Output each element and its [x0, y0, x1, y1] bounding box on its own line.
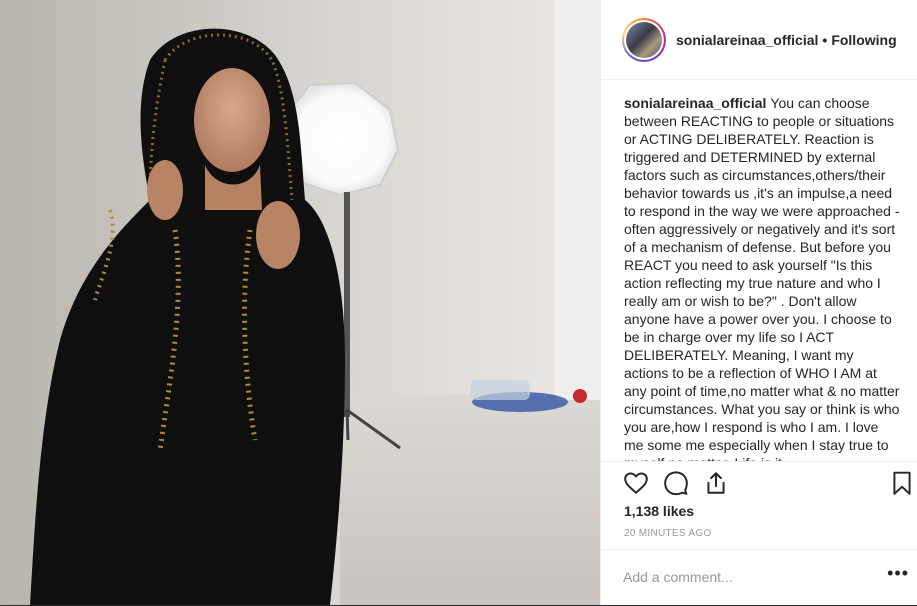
comment-bar: ••• [601, 549, 917, 606]
heart-icon[interactable] [623, 470, 649, 496]
following-button[interactable]: Following [831, 32, 896, 48]
caption-text: You can choose between REACTING to peopl… [624, 95, 900, 461]
post-photo[interactable] [0, 0, 600, 605]
more-options-button[interactable]: ••• [887, 563, 909, 584]
post-timestamp[interactable]: 20 MINUTES AGO [624, 528, 712, 539]
comment-input[interactable] [623, 566, 853, 588]
caption-username[interactable]: sonialareinaa_official [624, 95, 766, 111]
avatar [626, 21, 662, 58]
post-header: sonialareinaa_official • Following [601, 0, 917, 80]
caption: sonialareinaa_official You can choose bet… [624, 94, 900, 461]
story-ring[interactable] [622, 17, 666, 62]
header-separator: • [822, 31, 828, 48]
post-modal: sonialareinaa_official • Following soniala… [0, 0, 917, 605]
photo-illustration [0, 0, 600, 605]
header-text: sonialareinaa_official • Following [676, 32, 897, 48]
avatar-frame [624, 19, 664, 60]
comments-scroll-area[interactable]: sonialareinaa_official You can choose bet… [601, 80, 917, 461]
comment-icon[interactable] [663, 470, 689, 496]
share-icon[interactable] [703, 470, 729, 496]
username-link[interactable]: sonialareinaa_official [676, 32, 818, 48]
bookmark-icon[interactable] [889, 470, 915, 496]
likes-count[interactable]: 1,138 likes [624, 503, 694, 519]
post-side-panel: sonialareinaa_official • Following soniala… [600, 0, 917, 605]
action-bar [601, 461, 917, 506]
